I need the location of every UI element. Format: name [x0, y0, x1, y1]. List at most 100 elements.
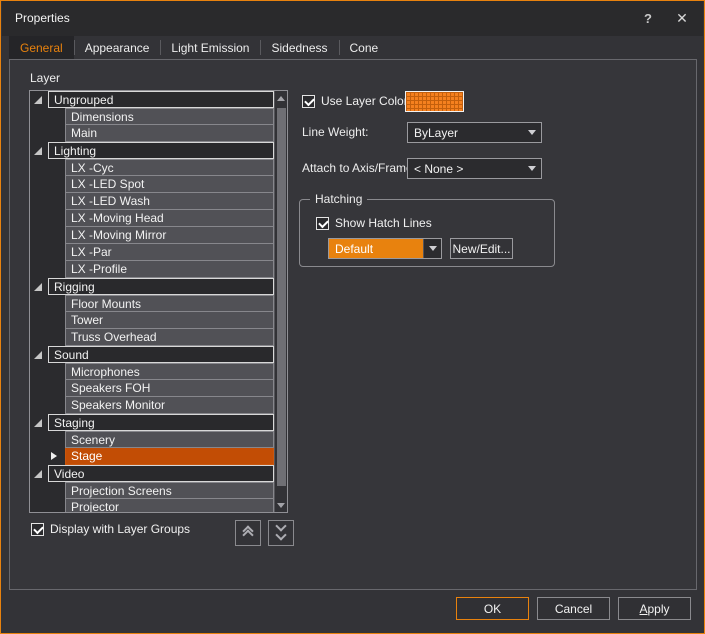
tab-label: Light Emission — [171, 41, 249, 55]
expand-collapse-icon[interactable] — [34, 470, 42, 478]
layer-row[interactable]: LX -Profile — [30, 261, 274, 278]
layer-row[interactable]: LX -LED Spot — [30, 176, 274, 193]
attach-axis-frame-select[interactable]: < None > — [407, 158, 542, 179]
expand-collapse-icon[interactable] — [34, 147, 42, 155]
layer-row[interactable]: Dimensions — [30, 108, 274, 125]
layer-row-label: LX -Par — [65, 244, 274, 261]
layer-row-label: Scenery — [65, 431, 274, 448]
layer-row-label: Speakers Monitor — [65, 397, 274, 414]
layer-row-label: Sound — [48, 346, 274, 363]
ok-button[interactable]: OK — [456, 597, 529, 620]
move-layer-down-button[interactable] — [268, 520, 294, 546]
layer-row[interactable]: LX -Cyc — [30, 159, 274, 176]
layer-row[interactable]: LX -LED Wash — [30, 193, 274, 210]
attach-axis-frame-value: < None > — [408, 162, 523, 176]
chevrons-down-icon — [275, 529, 286, 540]
cancel-button[interactable]: Cancel — [537, 597, 610, 620]
arrow-up-icon — [277, 96, 285, 101]
layer-row[interactable]: Ungrouped — [30, 91, 274, 108]
display-with-layer-groups-label: Display with Layer Groups — [50, 522, 190, 536]
layer-row[interactable]: Lighting — [30, 142, 274, 159]
layer-row[interactable]: Projector — [30, 499, 274, 512]
expand-collapse-icon[interactable] — [34, 351, 42, 359]
layer-row[interactable]: Speakers FOH — [30, 380, 274, 397]
cancel-label: Cancel — [555, 602, 592, 616]
layer-rows: Ungrouped Dimensions Main Lighting — [30, 91, 274, 512]
layer-row-label: LX -Moving Mirror — [65, 227, 274, 244]
layer-row[interactable]: Projection Screens — [30, 482, 274, 499]
close-button[interactable]: ✕ — [667, 1, 697, 36]
properties-dialog: Properties ? ✕ General Appearance Light … — [0, 0, 705, 634]
scrollbar-thumb[interactable] — [277, 108, 286, 486]
expand-collapse-icon[interactable] — [34, 96, 42, 104]
arrow-down-icon — [277, 503, 285, 508]
tab[interactable]: General — [9, 36, 74, 59]
layer-row[interactable]: Scenery — [30, 431, 274, 448]
hatching-label: Hatching — [310, 192, 367, 206]
show-hatch-lines-row: Show Hatch Lines — [316, 216, 432, 230]
tab[interactable]: Sidedness — [260, 36, 338, 59]
scroll-down-button[interactable] — [275, 498, 287, 512]
tab-bar: General Appearance Light Emission Sidedn… — [9, 36, 389, 59]
layer-row-label: Main — [65, 125, 274, 142]
layer-row[interactable]: Truss Overhead — [30, 329, 274, 346]
hatch-pattern-select[interactable]: Default — [328, 238, 442, 259]
show-hatch-lines-checkbox[interactable] — [316, 217, 329, 230]
line-weight-value: ByLayer — [408, 126, 523, 140]
layer-row[interactable]: LX -Moving Mirror — [30, 227, 274, 244]
tab[interactable]: Light Emission — [160, 36, 260, 59]
layer-color-swatch[interactable] — [405, 91, 464, 112]
help-button[interactable]: ? — [633, 1, 663, 36]
new-edit-button[interactable]: New/Edit... — [450, 238, 513, 259]
layer-row[interactable]: Sound — [30, 346, 274, 363]
tab[interactable]: Cone — [339, 36, 390, 59]
close-icon: ✕ — [676, 10, 688, 27]
layer-row-label: Projection Screens — [65, 482, 274, 499]
layer-row[interactable]: Staging — [30, 414, 274, 431]
chevron-down-icon — [528, 166, 536, 171]
layer-row[interactable]: Speakers Monitor — [30, 397, 274, 414]
line-weight-select[interactable]: ByLayer — [407, 122, 542, 143]
layer-row-label: LX -Profile — [65, 261, 274, 278]
expand-collapse-icon[interactable] — [34, 419, 42, 427]
layer-row-label: Rigging — [48, 278, 274, 295]
layer-row[interactable]: Floor Mounts — [30, 295, 274, 312]
chevron-down-icon — [429, 246, 437, 251]
attach-axis-frame-label: Attach to Axis/Frame: — [302, 161, 416, 175]
hatching-groupbox: Hatching Show Hatch Lines Default New/Ed… — [299, 199, 555, 267]
move-layer-up-button[interactable] — [235, 520, 261, 546]
layer-row[interactable]: Tower — [30, 312, 274, 329]
layer-row-label: Dimensions — [65, 108, 274, 125]
use-layer-color-checkbox[interactable] — [302, 95, 315, 108]
layer-row-label: Floor Mounts — [65, 295, 274, 312]
line-weight-label: Line Weight: — [302, 125, 369, 139]
apply-button[interactable]: Apply — [618, 597, 691, 620]
scroll-up-button[interactable] — [275, 91, 287, 105]
layer-row[interactable]: LX -Moving Head — [30, 210, 274, 227]
layer-row[interactable]: Video — [30, 465, 274, 482]
layer-row-label: LX -LED Spot — [65, 176, 274, 193]
layer-row-label: Tower — [65, 312, 274, 329]
layer-row[interactable]: Stage — [30, 448, 274, 465]
tab-label: Cone — [350, 41, 379, 55]
layer-row-label: LX -Cyc — [65, 159, 274, 176]
layer-row-label: Staging — [48, 414, 274, 431]
show-hatch-lines-label: Show Hatch Lines — [335, 216, 432, 230]
general-tab-panel: Layer Ungrouped Dimensions Mai — [9, 59, 697, 590]
scrollbar[interactable] — [274, 91, 287, 512]
expand-collapse-icon[interactable] — [34, 283, 42, 291]
display-with-layer-groups-checkbox[interactable] — [31, 523, 44, 536]
layer-row[interactable]: Main — [30, 125, 274, 142]
layer-row-label: LX -LED Wash — [65, 193, 274, 210]
layer-row[interactable]: LX -Par — [30, 244, 274, 261]
layer-row[interactable]: Rigging — [30, 278, 274, 295]
new-edit-label: New/Edit... — [452, 242, 510, 256]
tab[interactable]: Appearance — [74, 36, 161, 59]
window-title: Properties — [15, 1, 70, 36]
tab-label: Appearance — [85, 41, 150, 55]
layer-row-label: Stage — [65, 448, 274, 465]
tab-label: Sidedness — [271, 41, 327, 55]
selected-row-marker-icon — [51, 452, 57, 460]
layer-row[interactable]: Microphones — [30, 363, 274, 380]
ok-label: OK — [484, 602, 501, 616]
